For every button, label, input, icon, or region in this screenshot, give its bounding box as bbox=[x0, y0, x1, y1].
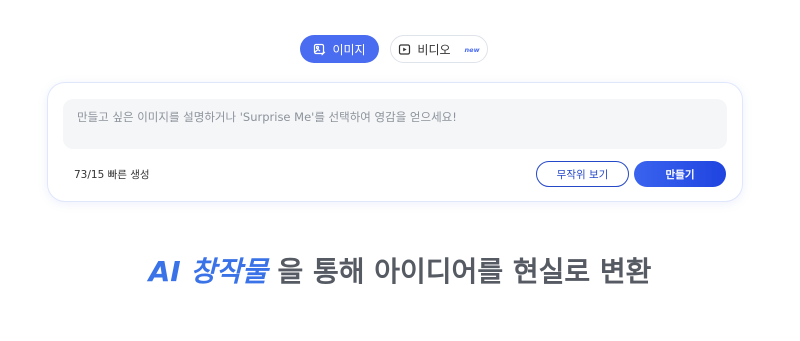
tab-image-label: 이미지 bbox=[332, 42, 366, 57]
prompt-input[interactable] bbox=[63, 99, 727, 149]
headline-rest: 을 통해 아이디어를 현실로 변환 bbox=[267, 255, 652, 288]
usage-count: 73/15 빠른 생성 bbox=[74, 169, 150, 181]
create-button[interactable]: 만들기 bbox=[634, 161, 726, 187]
new-badge: new bbox=[464, 45, 480, 54]
headline-accent: AI 창작물 bbox=[148, 255, 268, 288]
prompt-card: 73/15 빠른 생성 무작위 보기 만들기 bbox=[47, 82, 743, 202]
tab-video[interactable]: 비디오 new bbox=[390, 35, 488, 63]
headline: AI 창작물 을 통해 아이디어를 현실로 변환 bbox=[0, 250, 800, 290]
tab-image[interactable]: 이미지 bbox=[300, 35, 379, 63]
mode-tabs: 이미지 비디오 new bbox=[0, 35, 800, 63]
image-edit-icon bbox=[313, 43, 326, 56]
tab-video-label: 비디오 bbox=[417, 42, 451, 57]
video-play-icon bbox=[398, 43, 411, 56]
random-button[interactable]: 무작위 보기 bbox=[536, 161, 629, 187]
